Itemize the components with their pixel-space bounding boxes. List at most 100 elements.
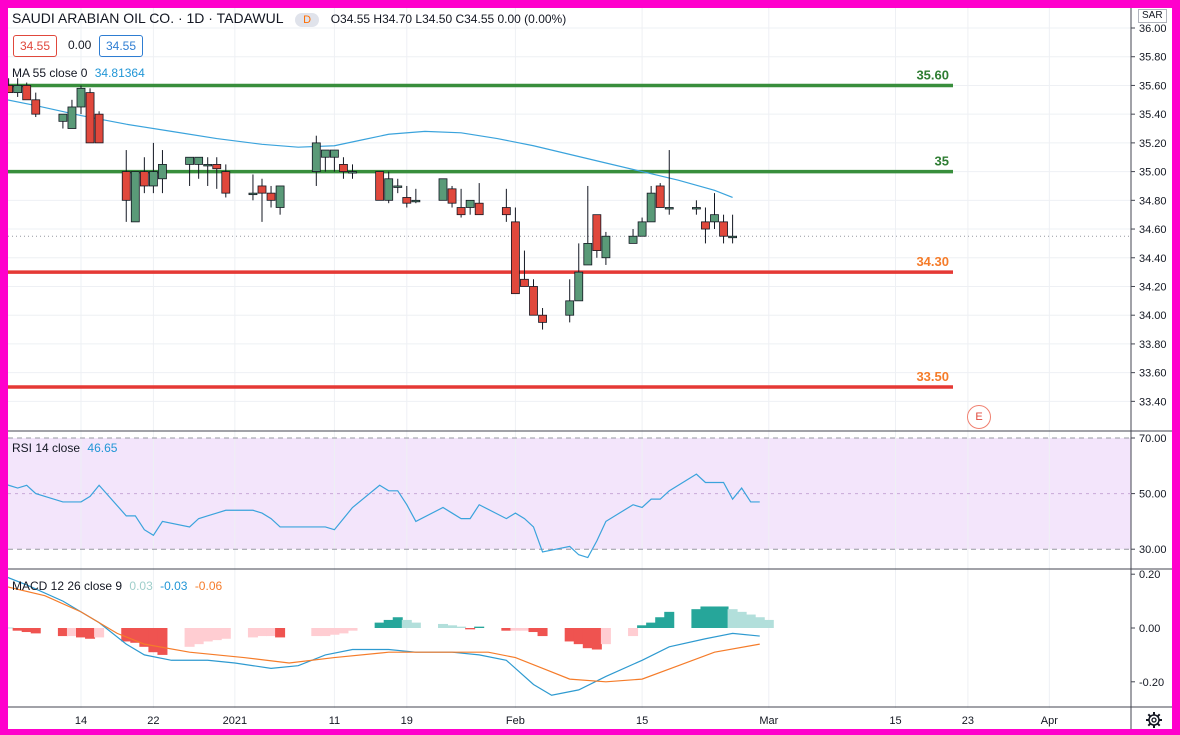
candle-body bbox=[628, 235, 638, 244]
ohlc-values: O34.55 H34.70 L34.50 C34.55 0.00 (0.00%) bbox=[330, 12, 567, 26]
level-label-35.60: 35.60 bbox=[916, 67, 949, 82]
candle bbox=[384, 171, 394, 204]
candle-body bbox=[311, 142, 321, 173]
time-axis-label: 22 bbox=[147, 715, 159, 727]
macd-histogram-bar bbox=[30, 628, 41, 634]
macd-histogram-bar bbox=[691, 609, 702, 628]
candle bbox=[221, 164, 231, 198]
price-axis-label: 33.60 bbox=[1139, 368, 1167, 380]
macd-histogram-bar bbox=[247, 628, 258, 638]
candle-body bbox=[692, 207, 701, 210]
candle bbox=[692, 200, 701, 215]
price-axis-label: 35.00 bbox=[1139, 167, 1167, 179]
macd-value: -0.03 bbox=[160, 579, 188, 593]
candle-body bbox=[58, 113, 68, 122]
macd-histogram-bar bbox=[85, 628, 96, 639]
macd-histogram-bar bbox=[21, 628, 32, 633]
currency-label[interactable]: SAR bbox=[1138, 9, 1167, 23]
price-axis-label: 33.40 bbox=[1139, 396, 1167, 408]
candle-body bbox=[538, 314, 547, 323]
time-axis-label: 19 bbox=[401, 715, 413, 727]
macd-histogram-bar bbox=[736, 611, 747, 628]
candle-body bbox=[139, 171, 149, 187]
candle-body bbox=[375, 171, 385, 201]
delay-badge[interactable]: D bbox=[295, 13, 320, 27]
candle bbox=[447, 185, 457, 208]
chart-canvas[interactable]: 35.60 35 34.30 33.50 36.00 35.80 35.60 35.40 35.… bbox=[8, 8, 1172, 729]
candle-body bbox=[158, 164, 167, 180]
macd-legend[interactable]: MACD 12 26 close 9 0.03 -0.03 -0.06 bbox=[12, 579, 222, 593]
candle bbox=[275, 185, 285, 215]
candle bbox=[411, 188, 421, 204]
candle bbox=[8, 78, 13, 94]
candle bbox=[393, 178, 403, 194]
earnings-marker[interactable]: E bbox=[967, 405, 991, 429]
candle-body bbox=[664, 207, 674, 210]
macd-histogram-bar bbox=[438, 623, 448, 628]
candle-body bbox=[710, 214, 719, 223]
candle-body bbox=[384, 178, 394, 201]
macd-signal-line bbox=[8, 586, 760, 683]
macd-histogram-bar bbox=[564, 628, 575, 642]
macd-histogram-bar bbox=[275, 628, 286, 638]
bid-price-box[interactable]: 34.55 bbox=[13, 35, 58, 57]
candle bbox=[655, 183, 665, 208]
candle bbox=[139, 157, 149, 194]
macd-histogram-bar bbox=[537, 628, 548, 637]
price-axis-label: 35.40 bbox=[1139, 109, 1167, 121]
ask-price-box[interactable]: 34.55 bbox=[99, 35, 144, 57]
candle-body bbox=[348, 171, 357, 174]
macd-histogram-bar bbox=[646, 622, 657, 628]
candle-body bbox=[501, 207, 511, 216]
candle bbox=[529, 279, 538, 316]
macd-histogram-bar bbox=[338, 628, 349, 634]
candle-body bbox=[22, 85, 32, 101]
candle bbox=[148, 142, 158, 194]
candle-body bbox=[510, 221, 520, 295]
candle bbox=[311, 135, 321, 186]
level-label-34.30: 34.30 bbox=[916, 254, 949, 269]
candle-body bbox=[275, 185, 285, 208]
candle-body bbox=[8, 85, 13, 94]
macd-histogram-bar bbox=[320, 628, 331, 637]
candle bbox=[719, 214, 728, 244]
rsi-legend[interactable]: RSI 14 close 46.65 bbox=[12, 441, 117, 455]
spread-value: 0.00 bbox=[68, 38, 92, 52]
candle bbox=[538, 308, 547, 330]
time-axis-label: 23 bbox=[962, 715, 974, 727]
macd-histogram-bar bbox=[700, 606, 711, 628]
symbol-title[interactable]: SAUDI ARABIAN OIL CO. · 1D · TADAWUL bbox=[12, 10, 284, 26]
macd-histogram-bar bbox=[600, 628, 611, 645]
header-bar: SAUDI ARABIAN OIL CO. · 1D · TADAWUL D O… bbox=[12, 10, 566, 27]
candle bbox=[574, 243, 584, 302]
price-axis-label: 34.80 bbox=[1139, 195, 1167, 207]
time-axis-label: 14 bbox=[75, 715, 87, 727]
macd-histogram-bar bbox=[12, 628, 23, 631]
macd-histogram-bar bbox=[745, 614, 756, 628]
rsi-axis-label: 70.00 bbox=[1139, 433, 1167, 445]
price-axis-label: 35.60 bbox=[1139, 80, 1167, 92]
candle-body bbox=[592, 214, 602, 251]
macd-histogram-bar bbox=[655, 617, 666, 628]
macd-histogram-bar bbox=[447, 625, 458, 628]
candle bbox=[266, 185, 276, 208]
candle-body bbox=[402, 197, 412, 204]
time-axis-label: Apr bbox=[1041, 715, 1058, 727]
candle-body bbox=[601, 235, 611, 259]
candle-body bbox=[655, 185, 665, 208]
macd-signal-value: -0.06 bbox=[194, 579, 223, 593]
rsi-value: 46.65 bbox=[87, 441, 118, 455]
candle-body bbox=[728, 235, 737, 239]
macd-histogram-bar bbox=[193, 628, 204, 645]
candle bbox=[375, 171, 385, 201]
time-axis-label: 11 bbox=[329, 715, 340, 727]
candle bbox=[402, 185, 412, 208]
candle-body bbox=[185, 156, 195, 165]
macd-histogram-bar bbox=[329, 628, 340, 635]
macd-histogram-bar bbox=[220, 628, 231, 639]
ma-legend[interactable]: MA 55 close 0 34.81364 bbox=[12, 66, 145, 80]
price-axis-label: 36.00 bbox=[1139, 23, 1167, 35]
candle bbox=[58, 113, 68, 129]
macd-histogram-bar bbox=[519, 628, 530, 631]
gear-icon[interactable] bbox=[1145, 711, 1163, 729]
